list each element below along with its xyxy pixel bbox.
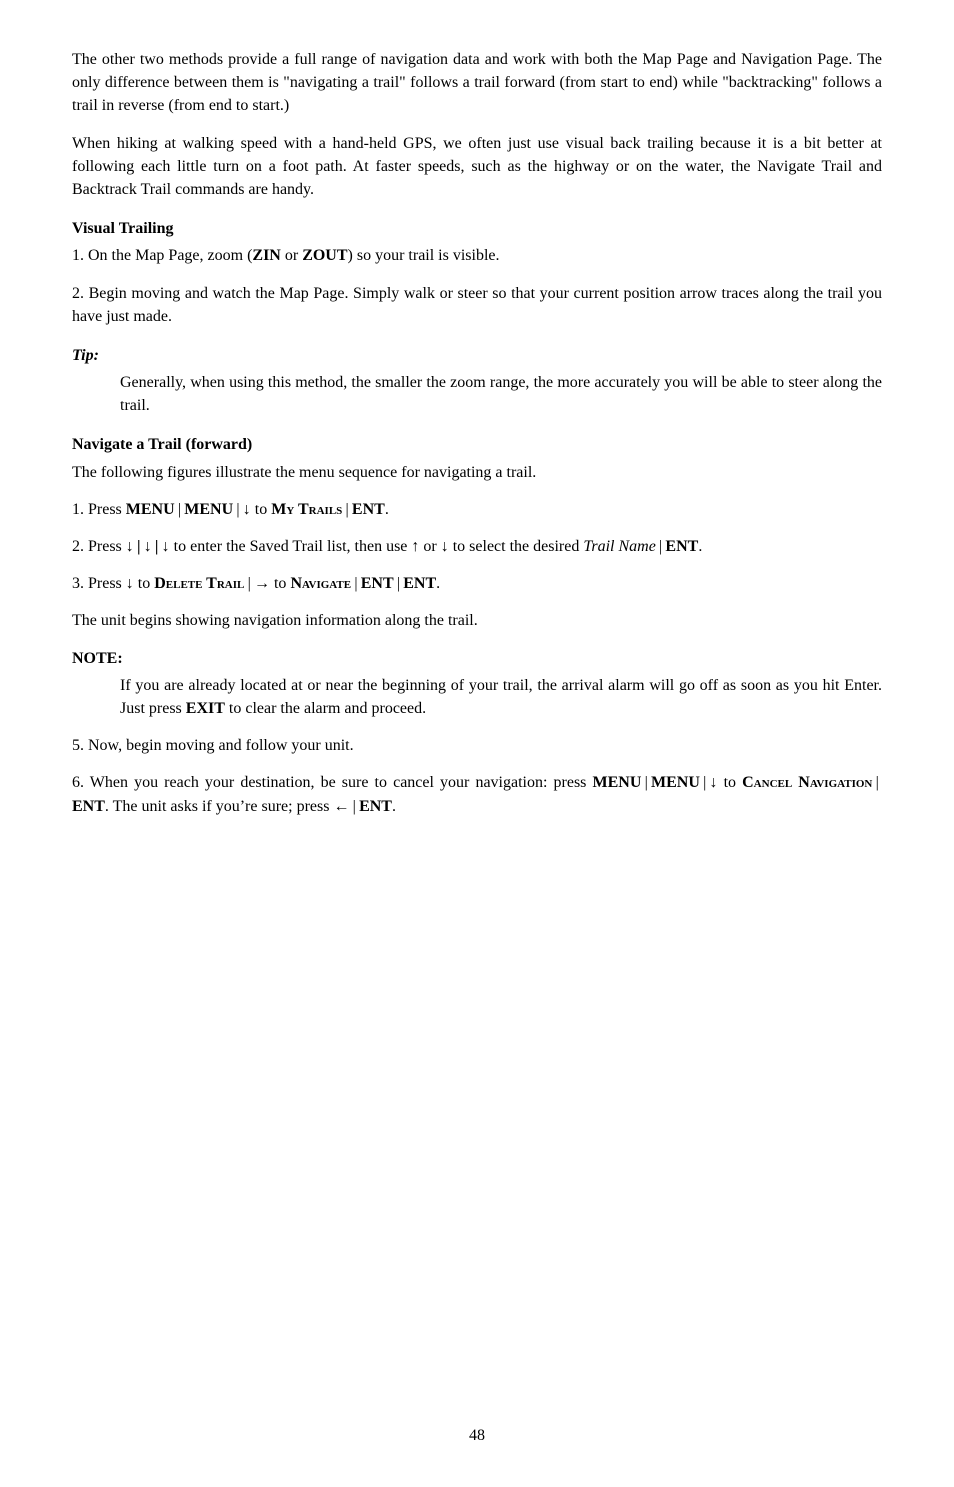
tip-body: Generally, when using this method, the s… [72,371,882,417]
page: The other two methods provide a full ran… [0,0,954,1487]
item6: 6. When you reach your destination, be s… [72,771,882,817]
navigate-trail-item3: 3. Press ↓ to Delete Trail | → to Naviga… [72,572,882,595]
visual-trailing-heading: Visual Trailing [72,217,882,240]
intro-paragraph-2: When hiking at walking speed with a hand… [72,132,882,202]
item5: 5. Now, begin moving and follow your uni… [72,734,882,757]
navigate-trail-heading: Navigate a Trail (forward) [72,433,882,456]
tip-heading: Tip: [72,344,882,367]
navigate-trail-item1: 1. Press MENU | MENU | ↓ to My Trails | … [72,498,882,521]
after-item3-text: The unit begins showing navigation infor… [72,609,882,632]
page-number: 48 [72,1424,882,1447]
visual-trailing-item1: 1. On the Map Page, zoom (ZIN or ZOUT) s… [72,244,882,267]
content-area: The other two methods provide a full ran… [72,48,882,818]
visual-trailing-item2: 2. Begin moving and watch the Map Page. … [72,282,882,328]
navigate-trail-item2: 2. Press ↓ | ↓ | ↓ to enter the Saved Tr… [72,535,882,558]
note-heading: NOTE: [72,647,882,670]
intro-paragraph-1: The other two methods provide a full ran… [72,48,882,118]
note-body: If you are already located at or near th… [72,674,882,720]
navigate-trail-intro: The following figures illustrate the men… [72,461,882,484]
